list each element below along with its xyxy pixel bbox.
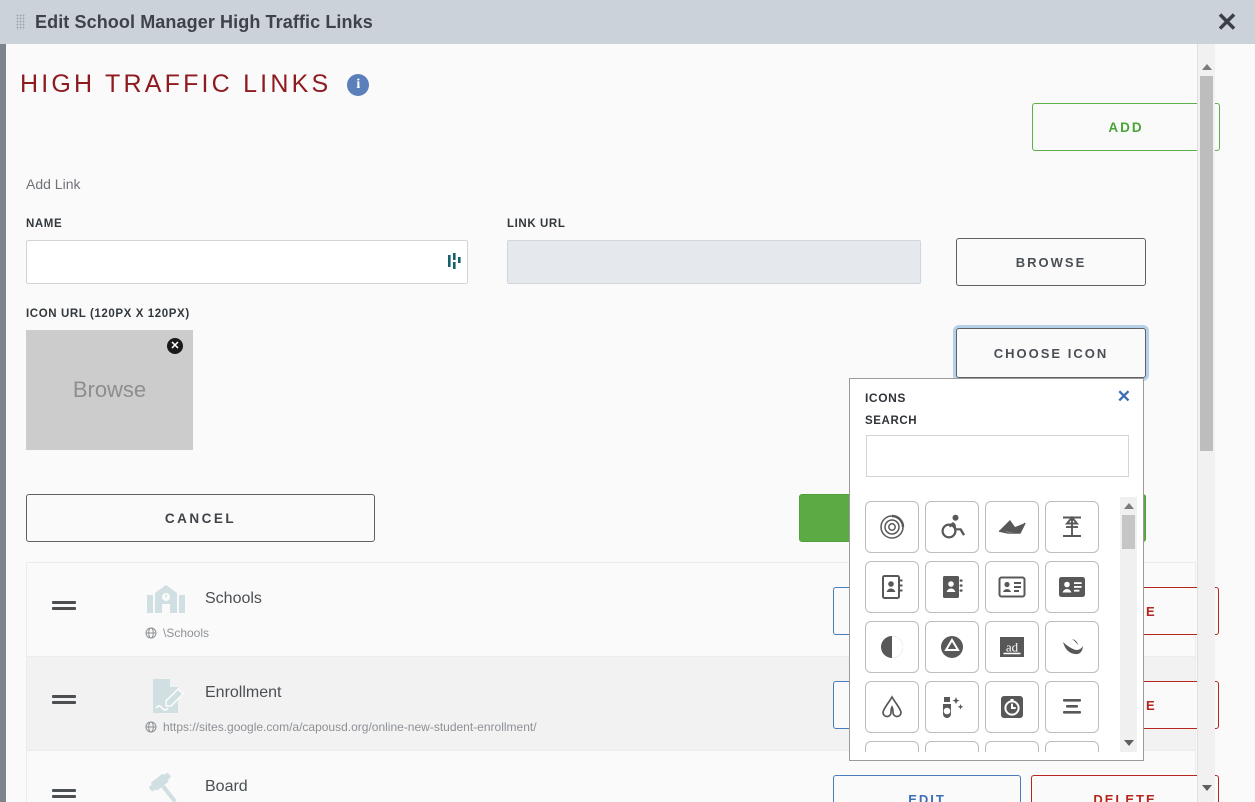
- scroll-thumb[interactable]: [1200, 76, 1213, 451]
- dialog-body: HIGH TRAFFIC LINKS i ADD Add Link NAME L…: [0, 44, 1255, 802]
- name-input-resize-grip-icon[interactable]: [447, 253, 461, 271]
- close-icon[interactable]: ✕: [1117, 388, 1131, 405]
- acquisitions-incorporated-icon[interactable]: [1045, 501, 1099, 553]
- accessible-icon[interactable]: [925, 501, 979, 553]
- icons-popup: ICONS ✕ SEARCH ad: [849, 378, 1144, 761]
- dialog-window: Edit School Manager High Traffic Links ✕…: [0, 0, 1255, 802]
- align-center-icon[interactable]: [1045, 681, 1099, 733]
- airbnb-alt-icon[interactable]: [1045, 621, 1099, 673]
- icon-dropzone[interactable]: Browse ✕: [26, 330, 193, 450]
- name-input[interactable]: [26, 240, 468, 284]
- link-name: Schools: [205, 590, 262, 607]
- icon-grid-next-row-partial[interactable]: [865, 741, 919, 752]
- file-signature-icon: [145, 675, 187, 717]
- delete-button[interactable]: DELETE: [1031, 775, 1219, 802]
- link-name: Enrollment: [205, 684, 282, 701]
- school-icon: [145, 581, 187, 623]
- drag-grip-icon[interactable]: [16, 14, 25, 30]
- page-title: HIGH TRAFFIC LINKS: [20, 70, 332, 98]
- choose-icon-button[interactable]: CHOOSE ICON: [956, 328, 1146, 378]
- 500px-icon[interactable]: [865, 501, 919, 553]
- gavel-icon: [145, 769, 187, 802]
- icons-grid-scrollbar[interactable]: [1120, 497, 1137, 752]
- name-field-label: NAME: [26, 218, 63, 230]
- svg-text:ad: ad: [1006, 640, 1019, 655]
- link-name: Board: [205, 778, 248, 795]
- drag-handle-icon[interactable]: [52, 601, 76, 611]
- clear-icon[interactable]: ✕: [167, 338, 183, 354]
- link-url-field-label: LINK URL: [507, 218, 566, 230]
- scroll-up-icon[interactable]: [1120, 499, 1137, 513]
- scroll-down-icon[interactable]: [1198, 779, 1215, 796]
- icons-popup-title: ICONS: [865, 391, 907, 405]
- edit-button[interactable]: EDIT: [833, 775, 1021, 802]
- scroll-down-icon[interactable]: [1120, 736, 1137, 750]
- link-url-text: \Schools: [145, 626, 209, 640]
- icon-grid-next-row-partial[interactable]: [1045, 741, 1099, 752]
- browse-button[interactable]: BROWSE: [956, 238, 1146, 286]
- icon-url-field-label: ICON URL (120PX X 120PX): [26, 308, 190, 320]
- airbnb-icon[interactable]: [865, 681, 919, 733]
- scroll-thumb[interactable]: [1122, 515, 1135, 549]
- link-url-text: https://sites.google.com/a/capousd.org/o…: [145, 720, 537, 734]
- dialog-titlebar[interactable]: Edit School Manager High Traffic Links ✕: [0, 0, 1255, 45]
- close-icon[interactable]: ✕: [1211, 6, 1243, 38]
- drag-handle-icon[interactable]: [52, 789, 76, 799]
- page-title-row: HIGH TRAFFIC LINKS i: [20, 70, 370, 99]
- link-url-input[interactable]: [507, 240, 921, 284]
- icons-grid-viewport: ad: [862, 497, 1112, 752]
- adjust-icon[interactable]: [865, 621, 919, 673]
- address-book-icon[interactable]: [865, 561, 919, 613]
- dialog-scrollbar[interactable]: [1197, 44, 1215, 802]
- accusoft-icon[interactable]: [985, 501, 1039, 553]
- affiliatetheme-icon[interactable]: ad: [985, 621, 1039, 673]
- link-url-value: \Schools: [163, 626, 210, 640]
- globe-icon: [145, 721, 157, 733]
- icons-grid: ad: [862, 497, 1112, 752]
- icons-search-input[interactable]: [866, 435, 1129, 477]
- icons-search-label: SEARCH: [865, 415, 918, 427]
- icon-grid-next-row-partial[interactable]: [985, 741, 1039, 752]
- scroll-up-icon[interactable]: [1198, 58, 1215, 75]
- cancel-button[interactable]: CANCEL: [26, 494, 375, 542]
- link-url-value: https://sites.google.com/a/capousd.org/o…: [163, 720, 537, 734]
- address-card-solid-icon[interactable]: [1045, 561, 1099, 613]
- adversal-icon[interactable]: [925, 621, 979, 673]
- alarm-clock-icon[interactable]: [985, 681, 1039, 733]
- info-icon[interactable]: i: [347, 73, 370, 96]
- dialog-title: Edit School Manager High Traffic Links: [35, 11, 373, 32]
- icon-grid-next-row-partial[interactable]: [925, 741, 979, 752]
- add-link-section-label: Add Link: [26, 176, 81, 192]
- dialog-content: HIGH TRAFFIC LINKS i ADD Add Link NAME L…: [6, 44, 1220, 802]
- air-freshener-icon[interactable]: [925, 681, 979, 733]
- address-book-solid-icon[interactable]: [925, 561, 979, 613]
- address-card-icon[interactable]: [985, 561, 1039, 613]
- drag-handle-icon[interactable]: [52, 695, 76, 705]
- add-button[interactable]: ADD: [1032, 103, 1220, 151]
- globe-icon: [145, 627, 157, 639]
